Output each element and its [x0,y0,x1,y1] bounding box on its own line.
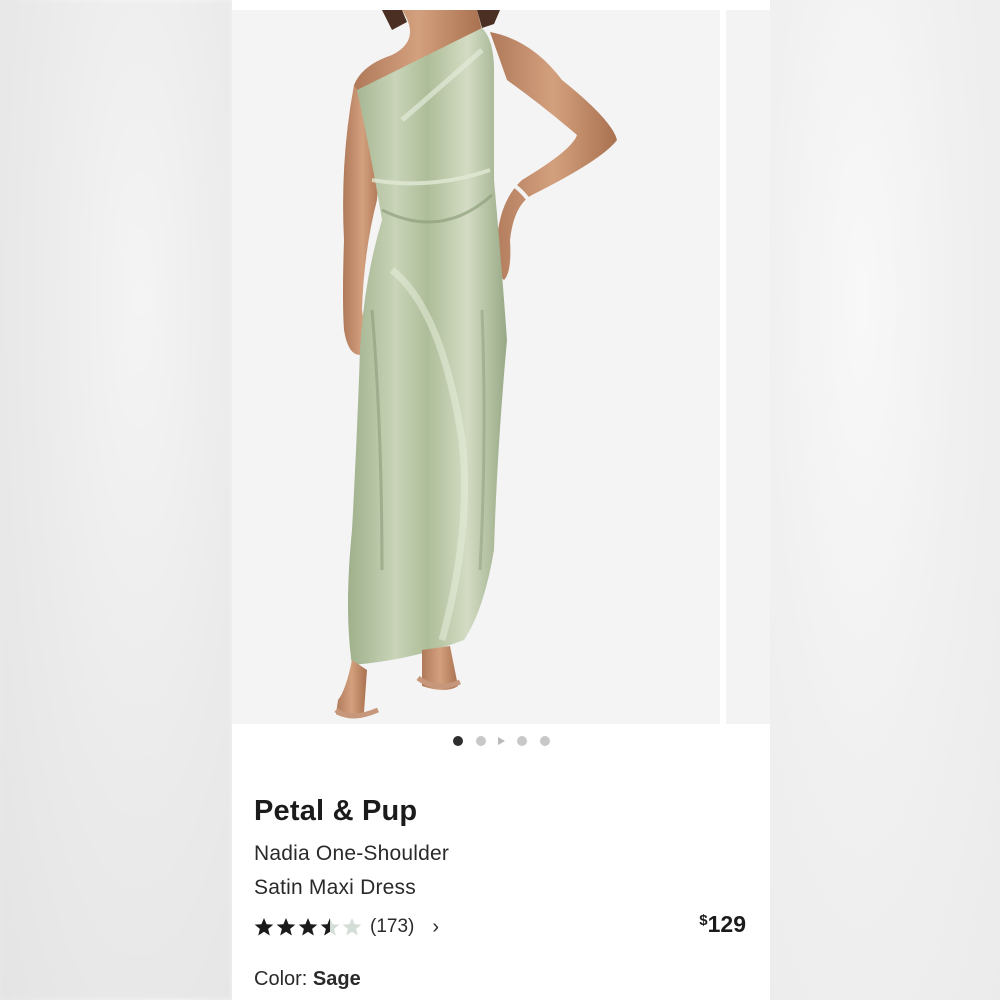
price-amount: 129 [707,911,746,937]
star-icon [254,917,274,937]
carousel-dot-1[interactable] [452,736,463,746]
carousel-video-play-icon[interactable] [497,737,505,745]
star-rating [254,917,362,937]
color-value: Sage [312,968,361,990]
star-icon [276,917,296,937]
star-icon [320,917,340,937]
chevron-right-icon[interactable]: › [432,917,439,937]
product-photo[interactable] [232,10,720,724]
carousel-pagination [232,736,770,746]
star-icon [298,917,318,937]
brand-name[interactable]: Petal & Pup [254,795,417,828]
price-currency: $ [699,912,708,929]
dress-model-illustration [334,10,617,719]
product-price: $129 [699,911,746,938]
star-icon [342,917,362,937]
rating-summary[interactable]: (173) › [254,914,439,940]
product-title-line-1: Nadia One-Shoulder [254,842,450,865]
background-blur-right [770,0,1000,1000]
carousel-dot-2[interactable] [475,736,486,746]
color-label: Color: [254,968,308,990]
carousel-dot-4[interactable] [516,736,527,746]
background-blur-left [0,0,232,1000]
product-title-line-2: Satin Maxi Dress [254,876,416,899]
image-carousel[interactable] [232,10,770,724]
product-page: Petal & Pup Nadia One-Shoulder Satin Max… [232,0,770,1000]
review-count: (173) [370,916,415,937]
color-selection: Color: Sage [254,968,361,991]
carousel-dot-5[interactable] [539,736,550,746]
next-photo-peek[interactable] [726,10,770,724]
